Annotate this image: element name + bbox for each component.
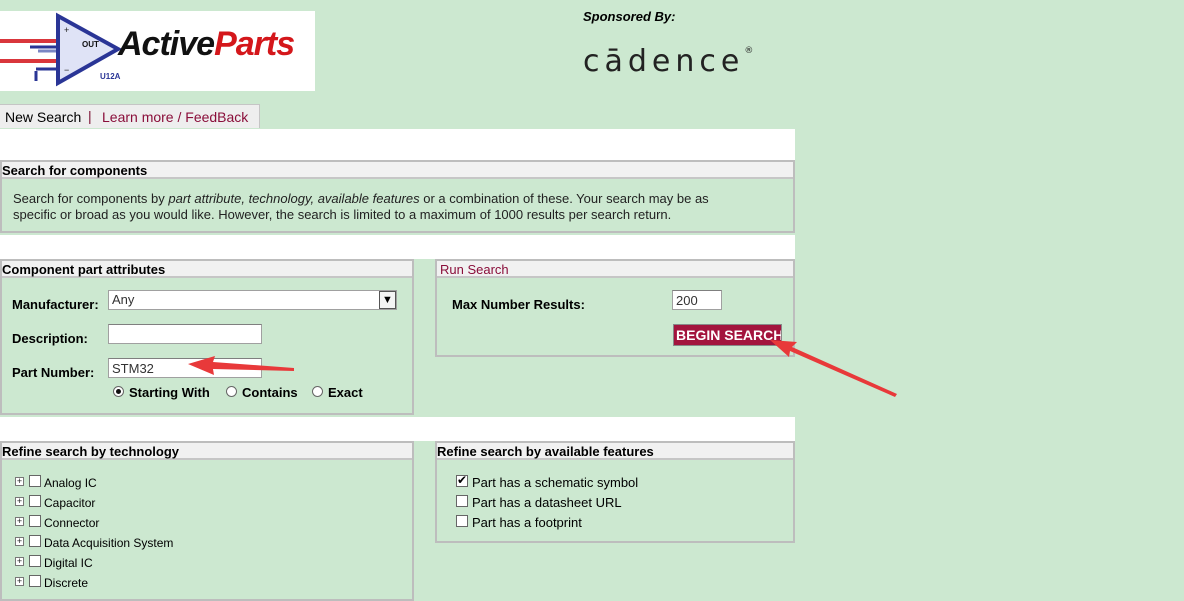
technology-label: Connector xyxy=(44,516,100,530)
technology-title: Refine search by technology xyxy=(2,443,412,460)
footprint-checkbox[interactable] xyxy=(456,515,468,527)
checkmark-icon: ✔ xyxy=(457,473,468,487)
intro-text: Search for components by part attribute,… xyxy=(13,191,709,222)
schematic-checkbox[interactable]: ✔ xyxy=(456,473,468,487)
nav-separator: | xyxy=(88,108,92,124)
manufacturer-select[interactable]: Any ▼ xyxy=(108,290,397,310)
activeparts-logo[interactable]: + − OUT U12A ActiveParts xyxy=(0,11,315,91)
expand-plus-icon[interactable]: + xyxy=(15,517,24,526)
technology-label: Digital IC xyxy=(44,556,93,570)
expand-plus-icon[interactable]: + xyxy=(15,477,24,486)
features-title: Refine search by available features xyxy=(437,443,793,460)
intro-title: Search for components xyxy=(2,162,793,179)
manufacturer-value: Any xyxy=(112,292,135,307)
spacer-strip xyxy=(0,417,795,441)
max-results-label: Max Number Results: xyxy=(452,297,585,312)
run-search-title: Run Search xyxy=(437,261,793,278)
exact-radio[interactable] xyxy=(312,386,323,397)
begin-search-button[interactable]: BEGIN SEARCH xyxy=(673,324,782,346)
technology-checkbox[interactable] xyxy=(29,495,41,507)
new-search-link[interactable]: New Search xyxy=(5,109,81,125)
description-label: Description: xyxy=(12,331,88,346)
svg-text:+: + xyxy=(64,25,69,35)
cadence-logo[interactable]: cādence® xyxy=(583,44,753,79)
sponsor-label: Sponsored By: xyxy=(583,9,676,24)
spacer-strip xyxy=(0,129,795,160)
nav-bar: New Search | Learn more / FeedBack xyxy=(0,104,260,128)
technology-label: Discrete xyxy=(44,576,89,590)
intro-panel: Search for components Search for compone… xyxy=(0,160,795,233)
learn-more-link[interactable]: Learn more / FeedBack xyxy=(102,109,248,125)
technology-checkbox[interactable] xyxy=(29,475,41,487)
feature-label: Part has a footprint xyxy=(472,515,582,530)
logo-wordmark: ActiveParts xyxy=(118,25,295,63)
expand-plus-icon[interactable]: + xyxy=(15,497,24,506)
chevron-down-icon[interactable]: ▼ xyxy=(379,291,396,309)
technology-checkbox[interactable] xyxy=(29,555,41,567)
spacer-strip xyxy=(0,235,795,259)
contains-radio[interactable] xyxy=(226,386,237,397)
technology-label: Analog IC xyxy=(44,476,97,490)
part-number-label: Part Number: xyxy=(12,365,95,380)
logo-out-label: OUT xyxy=(82,40,99,49)
technology-checkbox[interactable] xyxy=(29,515,41,527)
contains-label[interactable]: Contains xyxy=(242,385,298,400)
starting-with-label[interactable]: Starting With xyxy=(129,385,210,400)
expand-plus-icon[interactable]: + xyxy=(15,577,24,586)
expand-plus-icon[interactable]: + xyxy=(15,557,24,566)
part-number-input[interactable] xyxy=(108,358,262,378)
datasheet-checkbox[interactable] xyxy=(456,495,468,507)
svg-text:−: − xyxy=(64,65,69,75)
starting-with-radio[interactable] xyxy=(113,386,124,397)
expand-plus-icon[interactable]: + xyxy=(15,537,24,546)
technology-checkbox[interactable] xyxy=(29,535,41,547)
feature-label: Part has a schematic symbol xyxy=(472,475,639,490)
exact-label[interactable]: Exact xyxy=(328,385,363,400)
max-results-input[interactable] xyxy=(672,290,722,310)
description-input[interactable] xyxy=(108,324,262,344)
attributes-title: Component part attributes xyxy=(2,261,412,278)
technology-label: Data Acquisition System xyxy=(44,536,174,550)
logo-chip-label: U12A xyxy=(100,72,121,81)
technology-checkbox[interactable] xyxy=(29,575,41,587)
feature-label: Part has a datasheet URL xyxy=(472,495,622,510)
manufacturer-label: Manufacturer: xyxy=(12,297,99,312)
technology-label: Capacitor xyxy=(44,496,96,510)
